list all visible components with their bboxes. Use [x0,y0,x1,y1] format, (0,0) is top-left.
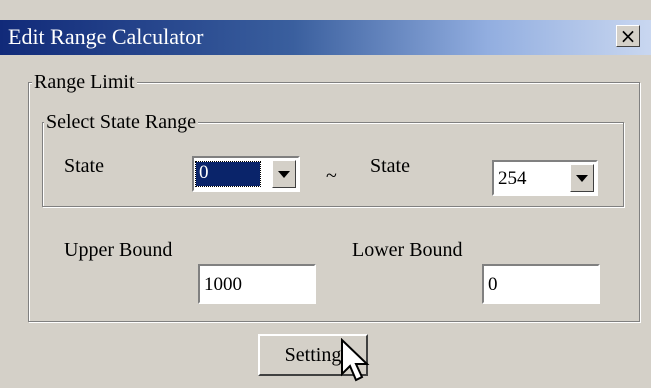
title-bar[interactable]: Edit Range Calculator × [0,20,651,55]
upper-bound-input[interactable]: 1000 [198,264,316,304]
range-separator: ~ [326,165,337,187]
state-from-select[interactable]: 0 [192,156,300,192]
range-limit-legend: Range Limit [32,70,137,94]
state-to-select[interactable]: 254 [492,160,598,196]
state-from-value: 0 [195,161,261,187]
mouse-pointer-icon [341,338,370,382]
edit-range-calculator-dialog: Edit Range Calculator × Range Limit Sele… [0,0,651,388]
upper-bound-label: Upper Bound [64,239,173,261]
select-state-range-legend: Select State Range [44,110,198,134]
chevron-down-icon [278,170,290,178]
chevron-down-icon [576,174,588,182]
setting-button-label: Setting [284,343,342,366]
close-icon: × [619,24,637,48]
state-to-dropdown-button[interactable] [570,164,594,192]
window-title: Edit Range Calculator [8,24,204,49]
state-to-value: 254 [498,168,527,189]
lower-bound-label: Lower Bound [352,239,463,261]
state-from-dropdown-button[interactable] [272,160,296,188]
state-to-label: State [370,155,410,177]
lower-bound-input[interactable]: 0 [482,264,600,304]
state-from-label: State [64,155,104,177]
close-button[interactable]: × [616,25,640,47]
